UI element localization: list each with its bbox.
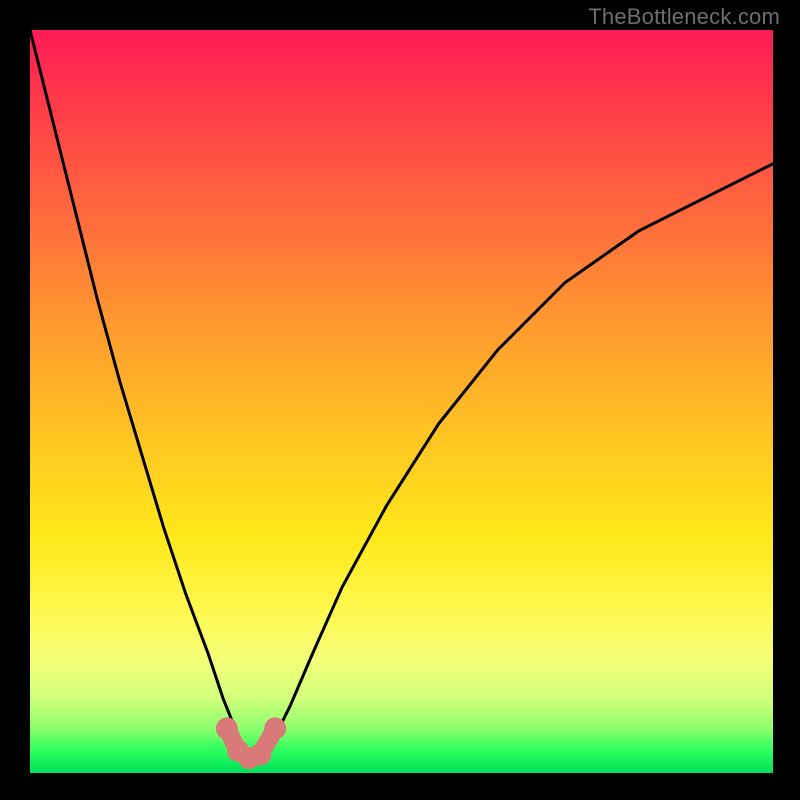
- highlight-segment: [227, 728, 275, 758]
- chart-svg: [0, 0, 800, 800]
- outer-frame: TheBottleneck.com: [0, 0, 800, 800]
- curve-line: [30, 30, 773, 758]
